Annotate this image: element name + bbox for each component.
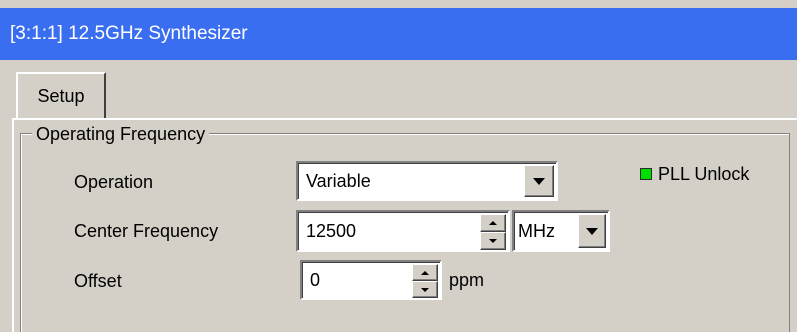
window-title-bar: [3:1:1] 12.5GHz Synthesizer (0, 8, 797, 60)
center-frequency-input[interactable]: 12500 (296, 210, 510, 252)
frequency-unit-select[interactable]: MHz (512, 210, 610, 252)
spin-down-icon (421, 287, 429, 292)
window-title: [3:1:1] 12.5GHz Synthesizer (10, 23, 248, 44)
window-content: Setup Operating Frequency Operation Vari… (0, 60, 797, 332)
offset-unit-label: ppm (449, 270, 485, 290)
center-frequency-label: Center Frequency (74, 221, 219, 241)
dropdown-arrow-icon (533, 177, 545, 185)
offset-spin-down[interactable] (412, 281, 438, 298)
operation-dropdown-button[interactable] (524, 165, 554, 197)
operation-value: Variable (306, 170, 371, 191)
offset-label: Offset (74, 271, 122, 291)
spin-up-icon (421, 270, 429, 275)
top-strip (0, 0, 797, 8)
tab-setup-label: Setup (37, 85, 85, 106)
center-frequency-spin-up[interactable] (480, 214, 506, 232)
spin-down-icon (489, 239, 497, 243)
tab-setup[interactable]: Setup (16, 72, 106, 118)
pll-unlock-label: PLL Unlock (658, 164, 750, 184)
frequency-unit-value: MHz (518, 220, 555, 241)
offset-spin-up[interactable] (412, 264, 438, 281)
led-indicator-icon (640, 168, 652, 180)
offset-value: 0 (310, 269, 321, 290)
group-label: Operating Frequency (32, 124, 210, 144)
operation-label: Operation (74, 172, 154, 192)
center-frequency-value: 12500 (306, 220, 357, 241)
offset-input[interactable]: 0 (300, 260, 442, 300)
unit-dropdown-button[interactable] (578, 214, 606, 248)
dropdown-arrow-icon (586, 227, 598, 235)
operation-select[interactable]: Variable (296, 161, 558, 201)
center-frequency-spin-down[interactable] (480, 232, 506, 250)
spin-up-icon (489, 221, 497, 225)
